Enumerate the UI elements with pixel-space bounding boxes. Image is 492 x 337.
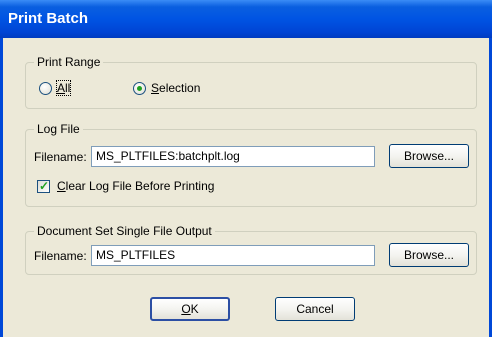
print-range-group: Print Range All Selection [25, 55, 477, 109]
radio-all-rest: ll [65, 81, 71, 95]
dialog-body: Print Range All Selection Log File Filen… [0, 38, 492, 337]
ok-mnemonic: O [181, 302, 191, 316]
radio-selection-label[interactable]: Selection [151, 81, 200, 95]
log-filename-input[interactable]: MS_PLTFILES:batchplt.log [91, 146, 375, 167]
title-bar[interactable]: Print Batch [0, 0, 492, 38]
ok-rest: K [190, 302, 199, 316]
log-file-group: Log File Filename: MS_PLTFILES:batchplt.… [25, 122, 477, 207]
log-filename-label: Filename: [34, 150, 87, 164]
print-range-legend: Print Range [34, 55, 104, 69]
radio-selection[interactable] [133, 82, 146, 95]
check-mark-icon: ✓ [39, 179, 50, 193]
radio-selected-dot [137, 86, 142, 91]
clear-log-rest: lear Log File Before Printing [65, 179, 215, 193]
clear-log-label[interactable]: Clear Log File Before Printing [57, 179, 214, 193]
clear-log-checkbox[interactable]: ✓ [37, 179, 50, 193]
doc-set-legend: Document Set Single File Output [34, 224, 215, 238]
ok-button[interactable]: OK [150, 297, 230, 321]
log-file-legend: Log File [34, 122, 83, 136]
radio-all-label[interactable]: All [55, 80, 72, 96]
doc-filename-label: Filename: [34, 249, 87, 263]
radio-selection-rest: election [159, 81, 201, 95]
doc-filename-input[interactable]: MS_PLTFILES [91, 245, 375, 266]
radio-selection-mnemonic: S [151, 81, 160, 95]
cancel-button[interactable]: Cancel [275, 297, 355, 321]
radio-all-mnemonic: A [57, 81, 66, 95]
doc-browse-button[interactable]: Browse... [389, 243, 469, 267]
window-title: Print Batch [8, 10, 89, 27]
clear-log-mnemonic: C [57, 179, 66, 193]
doc-set-group: Document Set Single File Output Filename… [25, 224, 477, 275]
radio-all[interactable] [39, 82, 52, 95]
log-browse-button[interactable]: Browse... [389, 144, 469, 168]
